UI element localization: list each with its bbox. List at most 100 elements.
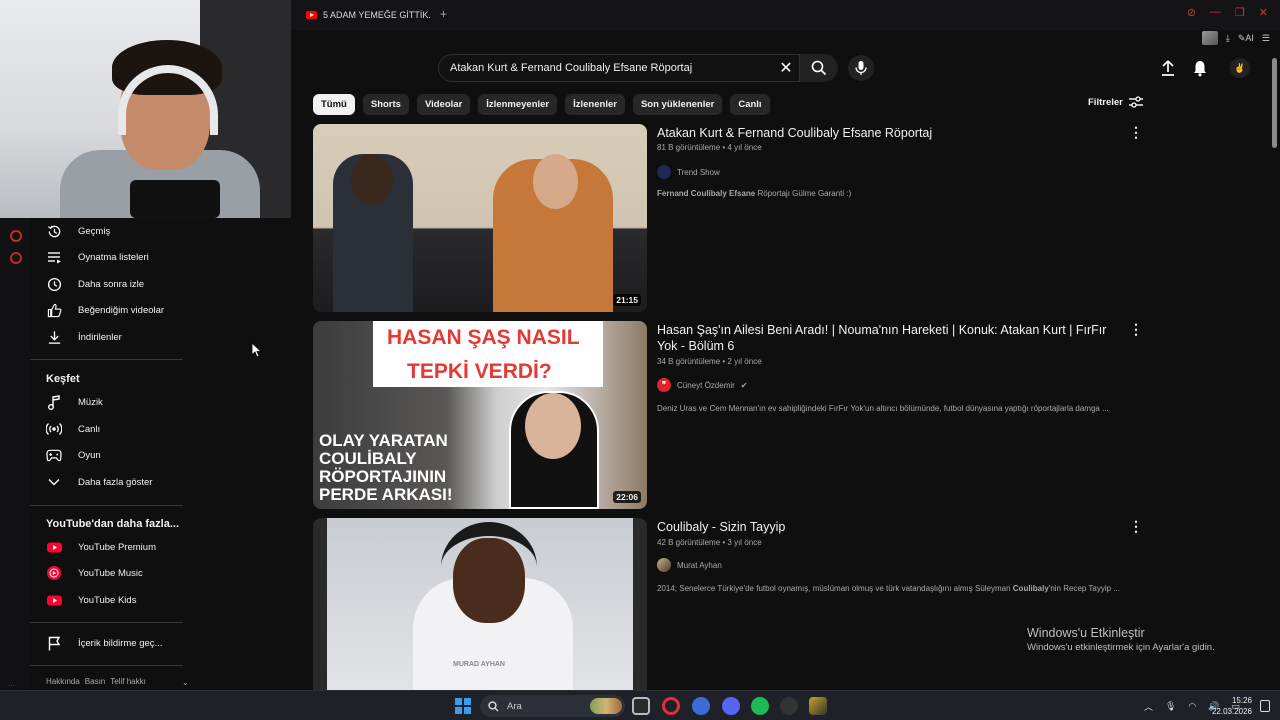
obs-icon[interactable] — [780, 697, 798, 715]
video-result[interactable]: MURAD AYHAN Coulibaly - Sizin Tayyip 42 … — [313, 518, 1143, 706]
messenger-icon[interactable] — [10, 230, 22, 242]
search-input[interactable]: Atakan Kurt & Fernand Coulibaly Efsane R… — [439, 62, 773, 74]
video-thumbnail[interactable]: HASAN ŞAŞ NASIL TEPKİ VERDİ? OLAY YARATA… — [313, 321, 647, 509]
chip-watched[interactable]: İzlenenler — [565, 94, 625, 115]
clock-date: 22.03.2026 — [1211, 707, 1252, 716]
scrollbar-thumb[interactable] — [1272, 58, 1277, 148]
close-window-button[interactable]: ✕ — [1259, 6, 1268, 19]
footer-link-copyright[interactable]: Telif hakkı — [110, 677, 146, 686]
sidebar-item-liked-videos[interactable]: Beğendiğim videolar — [46, 300, 164, 320]
file-explorer-icon[interactable] — [632, 697, 650, 715]
windows-start-button[interactable] — [455, 698, 471, 714]
description-highlight: Coulibaly — [1012, 584, 1049, 593]
person-hair — [441, 522, 537, 612]
tab-title: 5 ADAM YEMEĞE GİTTİK. — [323, 10, 431, 20]
sidebar-item-gaming[interactable]: Oyun — [46, 445, 101, 465]
video-thumbnail[interactable]: 21:15 — [313, 124, 647, 312]
account-avatar[interactable]: ✌ — [1230, 58, 1250, 78]
sidebar-item-history[interactable]: Geçmiş — [46, 221, 110, 241]
footer-link-press[interactable]: Basın — [85, 677, 105, 686]
microphone — [130, 180, 220, 218]
more-actions-button[interactable]: ⋮ — [1129, 124, 1143, 141]
more-actions-button[interactable]: ⋮ — [1129, 321, 1143, 338]
video-title[interactable]: Coulibaly - Sizin Tayyip — [657, 519, 1117, 535]
channel-name: Cüneyt Özdemir — [677, 380, 735, 390]
sidebar-item-youtube-kids[interactable]: YouTube Kids — [46, 590, 136, 610]
channel-link[interactable]: ❞ Cüneyt Özdemir ✔ — [657, 378, 748, 392]
guide-sidebar: Geçmiş Oynatma listeleri Daha sonra izle… — [30, 218, 291, 690]
sidebar-item-label: İndirilenler — [78, 331, 122, 343]
headline-line-1: HASAN ŞAŞ NASIL — [387, 326, 580, 349]
rail-more-icon[interactable]: ⋯ — [8, 682, 15, 690]
sidebar-item-label: Müzik — [78, 396, 103, 408]
video-duration: 22:06 — [613, 491, 641, 503]
video-title[interactable]: Hasan Şaş'ın Ailesi Beni Aradı! | Nouma'… — [657, 322, 1117, 354]
taskbar-search-placeholder: Ara — [507, 700, 522, 712]
sidebar-item-youtube-premium[interactable]: YouTube Premium — [46, 537, 156, 557]
spotify-icon[interactable] — [751, 697, 769, 715]
taskbar-search[interactable]: Ara — [480, 695, 625, 717]
create-button[interactable] — [1160, 59, 1176, 82]
video-title[interactable]: Atakan Kurt & Fernand Coulibaly Efsane R… — [657, 125, 1117, 141]
microphone-icon[interactable]: 🎙 — [1165, 701, 1176, 712]
tray-overflow-icon[interactable]: ︿ — [1144, 700, 1153, 713]
sidebar-item-watch-later[interactable]: Daha sonra izle — [46, 274, 144, 294]
browser-tab[interactable]: 5 ADAM YEMEĞE GİTTİK. — [306, 4, 431, 26]
chip-all[interactable]: Tümü — [313, 94, 355, 115]
clear-search-button[interactable]: ✕ — [773, 55, 799, 81]
extension-thumbnail-icon[interactable] — [1201, 31, 1218, 45]
sidebar-item-music[interactable]: Müzik — [46, 392, 103, 412]
opera-gx-icon[interactable] — [662, 697, 680, 715]
video-result[interactable]: HASAN ŞAŞ NASIL TEPKİ VERDİ? OLAY YARATA… — [313, 321, 1143, 509]
headline-line-2: TEPKİ VERDİ? — [407, 360, 552, 383]
youtube-kids-icon — [46, 595, 62, 605]
new-tab-button[interactable]: + — [440, 7, 447, 21]
explore-heading: Keşfet — [46, 373, 80, 385]
footer-link-about[interactable]: Hakkında — [46, 677, 80, 686]
search-button[interactable] — [800, 54, 838, 82]
taskbar-clock[interactable]: 15:26 22.03.2026 — [1212, 695, 1252, 717]
settings-icon[interactable] — [10, 252, 22, 264]
game-launcher-icon[interactable] — [809, 697, 827, 715]
sidebar-item-label: İçerik bildirme geç... — [78, 637, 163, 649]
youtube-music-icon — [47, 566, 61, 580]
chip-videos[interactable]: Videolar — [416, 94, 471, 115]
ai-button[interactable]: ✎AI — [1238, 33, 1254, 44]
sidebar-item-downloads[interactable]: İndirilenler — [46, 327, 122, 347]
divider — [30, 505, 183, 506]
filters-button[interactable]: Filtreler — [1088, 96, 1143, 108]
avatar: ❞ — [657, 378, 671, 392]
video-result[interactable]: 21:15 Atakan Kurt & Fernand Coulibaly Ef… — [313, 124, 1143, 312]
notifications-icon[interactable] — [1260, 700, 1270, 712]
menu-icon[interactable]: ☰ — [1262, 33, 1270, 44]
search-tabs-icon[interactable]: ⊘ — [1187, 6, 1196, 19]
sidebar-item-report-history[interactable]: İçerik bildirme geç... — [46, 633, 162, 653]
voice-search-button[interactable] — [848, 55, 874, 81]
sidebar-item-youtube-music[interactable]: YouTube Music — [46, 563, 143, 583]
page-scrollbar[interactable] — [1272, 48, 1278, 688]
minimize-button[interactable]: — — [1210, 6, 1221, 19]
caption-line-3: RÖPORTAJININ — [319, 467, 447, 486]
show-more-button[interactable]: Daha fazla göster — [46, 472, 152, 492]
gamepad-icon — [46, 449, 62, 461]
maximize-button[interactable]: ❐ — [1235, 6, 1245, 19]
chip-live[interactable]: Canlı — [730, 94, 770, 115]
channel-link[interactable]: Trend Show — [657, 165, 720, 179]
sidebar-item-playlists[interactable]: Oynatma listeleri — [46, 247, 149, 267]
more-actions-button[interactable]: ⋮ — [1129, 518, 1143, 535]
thumbs-up-icon — [47, 303, 61, 317]
notifications-button[interactable] — [1192, 59, 1208, 82]
chip-recently-uploaded[interactable]: Son yüklenenler — [632, 94, 723, 115]
download-icon[interactable]: ⤓ — [1226, 33, 1230, 44]
settings-app-icon[interactable] — [692, 697, 710, 715]
chip-shorts[interactable]: Shorts — [362, 94, 409, 115]
upload-icon — [1162, 60, 1174, 76]
chip-unwatched[interactable]: İzlenmeyenler — [478, 94, 558, 115]
close-icon: ✕ — [779, 60, 793, 77]
video-thumbnail[interactable]: MURAD AYHAN — [313, 518, 647, 706]
sidebar-item-live[interactable]: Canlı — [46, 419, 100, 439]
caption-line-2: COULİBALY — [319, 449, 417, 468]
discord-icon[interactable] — [722, 697, 740, 715]
wifi-icon[interactable]: ◠ — [1188, 701, 1196, 712]
channel-link[interactable]: Murat Ayhan — [657, 558, 722, 572]
